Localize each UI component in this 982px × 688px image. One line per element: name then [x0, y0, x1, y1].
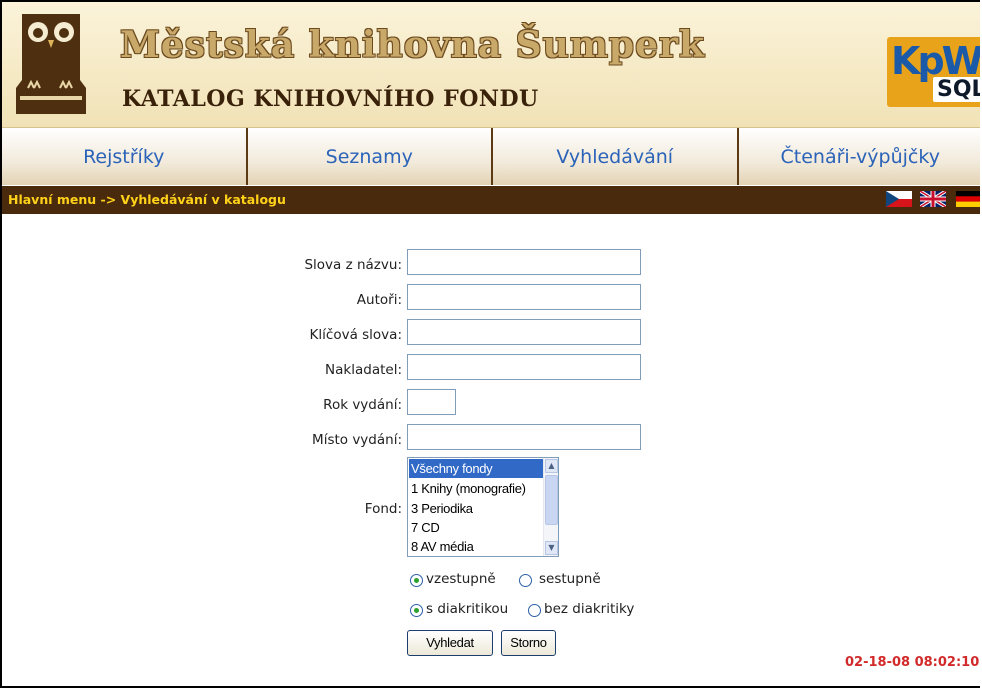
authors-input[interactable] — [407, 284, 641, 310]
keywords-input[interactable] — [407, 319, 641, 345]
fond-option-cd[interactable]: 7 CD — [409, 518, 543, 537]
nav-item-ctenari[interactable]: Čtenáři-výpůjčky — [739, 128, 981, 185]
publisher-label: Nakladatel: — [325, 362, 402, 378]
fond-label: Fond: — [364, 501, 402, 517]
catalog-subtitle: KATALOG KNIHOVNÍHO FONDU — [122, 86, 539, 112]
breadcrumb: Hlavní menu -> Vyhledávání v katalogu — [8, 192, 286, 207]
nav-item-seznamy[interactable]: Seznamy — [248, 128, 493, 185]
place-input[interactable] — [407, 424, 641, 450]
authors-label: Autoři: — [356, 292, 402, 308]
year-label: Rok vydání: — [323, 397, 402, 413]
search-button[interactable]: Vyhledat — [407, 630, 493, 656]
owl-logo-icon — [16, 14, 86, 114]
main-nav: Rejstříky Seznamy Vyhledávání Čtenáři-vý… — [2, 128, 980, 185]
scroll-thumb[interactable] — [545, 475, 558, 525]
fond-scrollbar[interactable]: ▲ ▼ — [543, 458, 558, 556]
diacritics-without-label: bez diakritiky — [544, 601, 635, 617]
sort-desc-label: sestupně — [539, 571, 601, 587]
german-flag-icon[interactable] — [956, 191, 980, 207]
breadcrumb-bar: Hlavní menu -> Vyhledávání v katalogu — [2, 186, 980, 214]
keywords-label: Klíčová slova: — [309, 327, 402, 343]
fond-option-av[interactable]: 8 AV média — [409, 537, 543, 556]
fond-option-books[interactable]: 1 Knihy (monografie) — [409, 479, 543, 498]
nav-item-rejstriky[interactable]: Rejstříky — [2, 128, 248, 185]
cancel-button[interactable]: Storno — [501, 630, 556, 656]
place-label: Místo vydání: — [312, 432, 402, 448]
nav-item-vyhledavani[interactable]: Vyhledávání — [493, 128, 739, 185]
scroll-down-icon[interactable]: ▼ — [545, 541, 558, 555]
timestamp: 02-18-08 08:02:10 — [845, 655, 980, 670]
scroll-up-icon[interactable]: ▲ — [545, 459, 558, 473]
diacritics-with-radio[interactable] — [410, 604, 423, 617]
title-words-label: Slova z názvu: — [304, 257, 402, 273]
diacritics-without-radio[interactable] — [528, 604, 541, 617]
fond-option-periodicals[interactable]: 3 Periodika — [409, 499, 543, 518]
site-header: Městská knihovna Šumperk KATALOG KNIHOVN… — [2, 2, 980, 128]
kpwin-logo: KpWin SQL — [887, 37, 980, 107]
fond-option-all[interactable]: Všechny fondy — [409, 459, 543, 478]
czech-flag-icon[interactable] — [886, 191, 912, 207]
sort-asc-radio[interactable] — [410, 574, 423, 587]
sort-desc-radio[interactable] — [519, 574, 532, 587]
publisher-input[interactable] — [407, 354, 641, 380]
kpwin-logo-sql: SQL — [933, 77, 980, 102]
title-words-input[interactable] — [407, 249, 641, 275]
sort-asc-label: vzestupně — [426, 571, 496, 587]
year-input[interactable] — [407, 389, 456, 415]
diacritics-with-label: s diakritikou — [426, 601, 509, 617]
page-frame: Městská knihovna Šumperk KATALOG KNIHOVN… — [0, 0, 980, 688]
fond-listbox[interactable]: Všechny fondy 1 Knihy (monografie) 3 Per… — [407, 457, 559, 557]
library-title: Městská knihovna Šumperk — [120, 24, 705, 66]
uk-flag-icon[interactable] — [920, 191, 946, 207]
